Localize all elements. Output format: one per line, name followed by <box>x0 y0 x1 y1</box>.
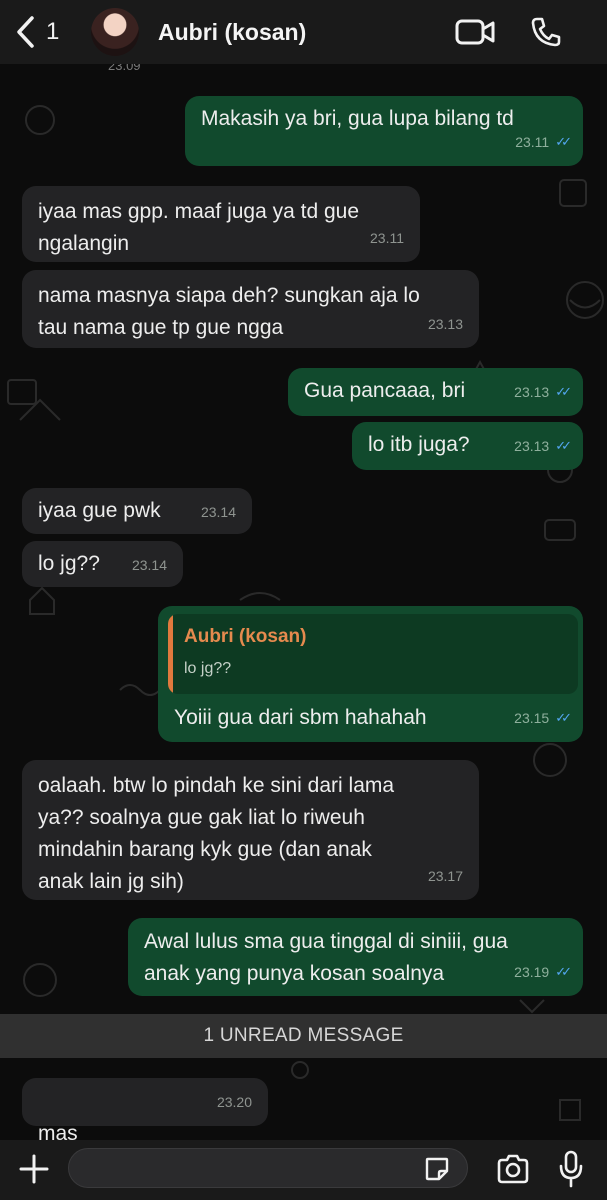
message-outgoing[interactable]: Gua pancaaa, bri 23.13 ✓✓ <box>288 368 583 416</box>
quote-accent-bar <box>168 614 173 694</box>
read-receipt-icon: ✓✓ <box>555 438 572 453</box>
contact-name[interactable]: Aubri (kosan) <box>158 19 306 46</box>
message-text: Awal lulus sma gua tinggal di siniii, gu… <box>144 930 508 985</box>
message-incoming[interactable]: oalaah. btw lo pindah ke sini dari lama … <box>22 760 479 900</box>
message-time: 23.14 <box>200 504 236 520</box>
message-meta: 23.14 <box>201 496 236 528</box>
message-time: 23.20 <box>216 1094 252 1110</box>
read-receipt-icon: ✓✓ <box>555 710 572 725</box>
message-meta: 23.20 <box>217 1086 252 1118</box>
message-meta: 23.19 ✓✓ <box>514 956 572 988</box>
attach-button[interactable] <box>18 1153 50 1190</box>
camera-icon <box>497 1154 529 1184</box>
composer-bar <box>0 1140 607 1200</box>
message-input[interactable] <box>68 1148 468 1188</box>
phone-icon <box>531 17 561 47</box>
message-incoming[interactable]: nama masnya siapa deh? sungkan aja lo ta… <box>22 270 479 348</box>
message-incoming[interactable]: lo jg?? 23.14 <box>22 541 183 587</box>
message-outgoing[interactable]: lo itb juga? 23.13 ✓✓ <box>352 422 583 470</box>
message-text: oalaah. btw lo pindah ke sini dari lama … <box>38 774 395 893</box>
unread-messages-banner: 1 UNREAD MESSAGE <box>0 1014 607 1058</box>
contact-avatar[interactable] <box>91 8 139 56</box>
read-receipt-icon: ✓✓ <box>555 384 572 399</box>
message-time: 23.13 <box>514 438 550 454</box>
message-time: 23.11 <box>515 134 550 150</box>
message-time: 23.17 <box>427 868 463 884</box>
message-time: 23.11 <box>370 230 404 246</box>
message-text: Yoiii gua dari sbm hahahah <box>174 706 427 729</box>
voice-message-button[interactable] <box>559 1150 583 1193</box>
read-receipt-icon: ✓✓ <box>555 964 572 979</box>
message-time: 23.13 <box>427 316 463 332</box>
message-text: iyaa mas gpp. maaf juga ya td gue ngalan… <box>38 200 360 255</box>
unread-chats-count: 1 <box>46 18 60 45</box>
quoted-message[interactable]: Aubri (kosan) lo jg?? <box>168 614 578 694</box>
video-camera-icon <box>455 19 495 45</box>
camera-button[interactable] <box>496 1154 530 1189</box>
message-time: 23.15 <box>514 710 550 726</box>
message-outgoing[interactable]: Makasih ya bri, gua lupa bilang td 23.11… <box>185 96 583 166</box>
voice-call-button[interactable] <box>530 16 562 53</box>
message-meta: 23.11 <box>370 222 404 254</box>
quoted-text: lo jg?? <box>184 660 232 677</box>
microphone-icon <box>559 1150 583 1188</box>
message-text: Makasih ya bri, gua lupa bilang td <box>201 107 514 130</box>
message-meta: 23.13 <box>428 308 463 340</box>
message-incoming[interactable]: iyaa mas gpp. maaf juga ya td gue ngalan… <box>22 186 420 262</box>
message-meta: 23.13 ✓✓ <box>514 376 572 408</box>
chat-header: 1 Aubri (kosan) <box>0 0 607 64</box>
message-time: 23.14 <box>131 557 167 573</box>
message-time: 23.13 <box>514 384 550 400</box>
chevron-left-icon <box>17 16 34 48</box>
message-incoming[interactable]: mas 23.20 <box>22 1078 268 1176</box>
message-meta: 23.15 ✓✓ <box>514 702 572 734</box>
message-incoming[interactable]: iyaa gue pwk 23.14 <box>22 488 252 534</box>
message-meta: 23.13 ✓✓ <box>514 430 572 462</box>
message-outgoing[interactable]: Awal lulus sma gua tinggal di siniii, gu… <box>128 918 583 996</box>
back-button[interactable]: 1 <box>14 14 59 50</box>
message-text: nama masnya siapa deh? sungkan aja lo ta… <box>38 284 420 339</box>
sticker-button[interactable] <box>424 1156 450 1187</box>
message-meta: 23.14 <box>132 549 167 581</box>
message-meta: 23.11 ✓✓ <box>515 126 572 158</box>
read-receipt-icon: ✓✓ <box>555 134 572 149</box>
sticker-icon <box>425 1157 449 1181</box>
video-call-button[interactable] <box>455 18 495 51</box>
plus-icon <box>19 1154 49 1184</box>
message-meta: 23.17 <box>428 860 463 892</box>
message-time: 23.19 <box>514 964 550 980</box>
quoted-sender: Aubri (kosan) <box>184 626 307 647</box>
